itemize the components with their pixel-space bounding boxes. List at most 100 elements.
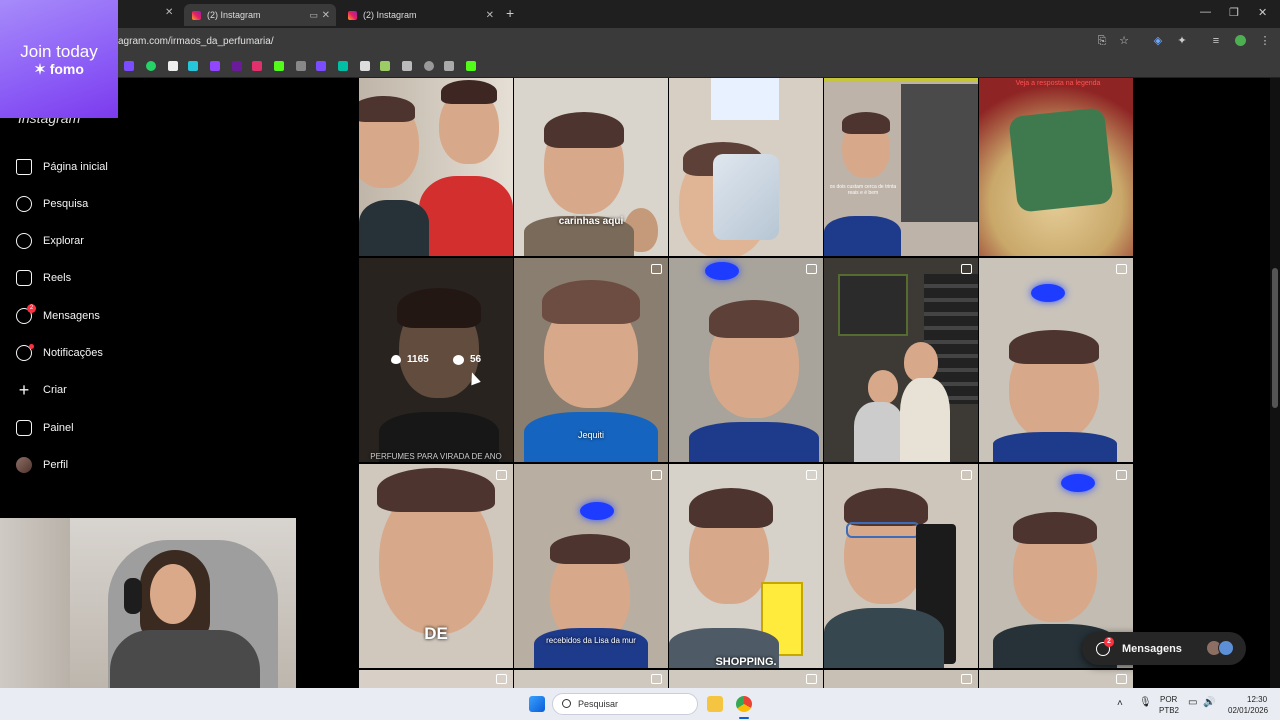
- post-tile[interactable]: [824, 670, 978, 688]
- nav-messages[interactable]: 2 Mensagens: [16, 304, 100, 324]
- fomo-ad-banner[interactable]: Join today ✶ fomo: [0, 0, 118, 118]
- nav-search[interactable]: Pesquisa: [16, 196, 88, 212]
- notification-dot: [29, 344, 34, 349]
- notification-badge: 2: [1104, 636, 1114, 647]
- reels-icon: [651, 470, 662, 480]
- nav-label: Criar: [43, 384, 67, 396]
- bookmark-icon[interactable]: [402, 61, 412, 71]
- tray-chevron-icon[interactable]: ˄: [1117, 698, 1123, 709]
- taskbar-search-box[interactable]: Pesquisar: [552, 693, 698, 715]
- nav-label: Explorar: [43, 235, 84, 247]
- puzzle-icon[interactable]: ✦: [1176, 35, 1188, 47]
- post-tile[interactable]: recebidos da Lisa da mur: [514, 464, 668, 668]
- bookmark-icon[interactable]: [210, 61, 220, 71]
- bookmark-icon[interactable]: [168, 61, 178, 71]
- install-app-icon[interactable]: ⎘: [1096, 35, 1108, 47]
- nav-home[interactable]: Página inicial: [16, 159, 108, 175]
- new-tab-button[interactable]: +: [506, 5, 514, 21]
- nav-dashboard[interactable]: Painel: [16, 420, 74, 436]
- post-tile[interactable]: [824, 258, 978, 462]
- nav-reels[interactable]: Reels: [16, 270, 71, 286]
- star-icon[interactable]: ☆: [1118, 35, 1130, 47]
- ceiling-lamp: [1061, 474, 1095, 492]
- volume-icon[interactable]: 🔊: [1203, 697, 1215, 708]
- post-tile[interactable]: [359, 670, 513, 688]
- post-caption: SHOPPING.: [715, 656, 777, 668]
- keyboard-layout[interactable]: PTB2: [1159, 706, 1179, 715]
- messages-pill-button[interactable]: 2 Mensagens: [1082, 632, 1246, 665]
- kebab-menu-icon[interactable]: ⋮: [1259, 35, 1271, 47]
- post-tile[interactable]: [359, 78, 513, 256]
- likes-count: 1165: [391, 354, 429, 365]
- profile-icon[interactable]: [1235, 35, 1246, 46]
- ceiling-lamp: [705, 262, 739, 280]
- bookmark-icon[interactable]: [274, 61, 284, 71]
- clock-time[interactable]: 12:30: [1247, 695, 1267, 704]
- post-tile[interactable]: DE: [359, 464, 513, 668]
- post-tile-hovered[interactable]: 1165 56 PERFUMES PARA VIRADA DE ANO: [359, 258, 513, 462]
- post-tile[interactable]: [669, 258, 823, 462]
- post-tile[interactable]: [824, 464, 978, 668]
- bookmark-icon[interactable]: [232, 61, 242, 71]
- bookmark-icon[interactable]: [380, 61, 390, 71]
- post-tile[interactable]: carinhas aqui: [514, 78, 668, 256]
- nav-label: Perfil: [43, 459, 69, 471]
- restore-icon[interactable]: ❐: [1229, 6, 1239, 19]
- nav-explore[interactable]: Explorar: [16, 233, 84, 249]
- close-window-icon[interactable]: ✕: [1258, 6, 1267, 19]
- language-indicator[interactable]: POR: [1160, 695, 1177, 704]
- scrollbar-thumb[interactable]: [1272, 268, 1278, 408]
- post-tile[interactable]: Veja a resposta na legenda: [979, 78, 1133, 256]
- network-icon[interactable]: ▭: [1188, 697, 1197, 708]
- tab-instagram-2[interactable]: (2) Instagram ✕: [340, 4, 500, 26]
- post-tile[interactable]: [979, 258, 1133, 462]
- streamer-shirt: [110, 630, 260, 690]
- bookmark-icon[interactable]: [252, 61, 262, 71]
- ceiling-lamp: [1031, 284, 1065, 302]
- windows-taskbar: Pesquisar ˄ 🎙 POR PTB2 ▭ 🔊 12:30 02/01/2…: [0, 688, 1280, 720]
- clock-date[interactable]: 02/01/2026: [1228, 706, 1268, 715]
- bookmark-icon[interactable]: [360, 61, 370, 71]
- reels-icon: [1116, 674, 1127, 684]
- post-tile[interactable]: [669, 670, 823, 688]
- extension-badge-icon[interactable]: ◈: [1152, 35, 1164, 47]
- media-controls-icon[interactable]: ≡: [1210, 35, 1222, 47]
- bookmark-icon[interactable]: [444, 61, 454, 71]
- tab-instagram-1[interactable]: (2) Instagram ▭ ✕: [184, 4, 336, 26]
- file-explorer-icon[interactable]: [707, 696, 723, 712]
- messenger-icon: 2: [16, 304, 36, 324]
- url-field[interactable]: agram.com/irmaos_da_perfumaria/: [118, 36, 274, 47]
- browser-tab-bar: ✕ (2) Instagram ▭ ✕ (2) Instagram ✕ + — …: [0, 0, 1280, 28]
- minimize-icon[interactable]: —: [1200, 6, 1211, 18]
- bookmark-icon[interactable]: [424, 61, 434, 71]
- microphone-icon[interactable]: 🎙: [1139, 697, 1152, 708]
- post-tile[interactable]: SHOPPING.: [669, 464, 823, 668]
- nav-profile[interactable]: Perfil: [16, 457, 68, 473]
- close-icon[interactable]: ✕: [486, 10, 494, 21]
- bookmark-icon[interactable]: [124, 61, 134, 71]
- post-tile[interactable]: Jequiti: [514, 258, 668, 462]
- search-icon: [562, 699, 571, 708]
- post-tile[interactable]: [669, 78, 823, 256]
- compass-icon: [16, 233, 32, 249]
- bookmark-icon[interactable]: [188, 61, 198, 71]
- windows-start-icon[interactable]: [529, 696, 545, 712]
- messages-pill-label: Mensagens: [1122, 642, 1182, 655]
- chrome-icon[interactable]: [736, 696, 752, 712]
- post-caption: os dois custam cerca de trinta reais e é…: [829, 184, 897, 196]
- post-tile[interactable]: [979, 670, 1133, 688]
- comments-count: 56: [453, 354, 481, 365]
- post-tile[interactable]: os dois custam cerca de trinta reais e é…: [824, 78, 978, 256]
- tab-close-button[interactable]: ✕: [165, 7, 173, 18]
- close-icon[interactable]: ✕: [322, 10, 330, 21]
- bookmark-icon[interactable]: [316, 61, 326, 71]
- heart-icon: [16, 344, 34, 361]
- nav-create[interactable]: + Criar: [16, 381, 67, 399]
- bookmark-icon[interactable]: [466, 61, 476, 71]
- page-scrollbar[interactable]: [1270, 78, 1280, 688]
- bookmark-icon[interactable]: [296, 61, 306, 71]
- post-tile[interactable]: [514, 670, 668, 688]
- bookmark-icon[interactable]: [146, 61, 156, 71]
- nav-notifications[interactable]: Notificações: [16, 344, 103, 361]
- bookmark-icon[interactable]: [338, 61, 348, 71]
